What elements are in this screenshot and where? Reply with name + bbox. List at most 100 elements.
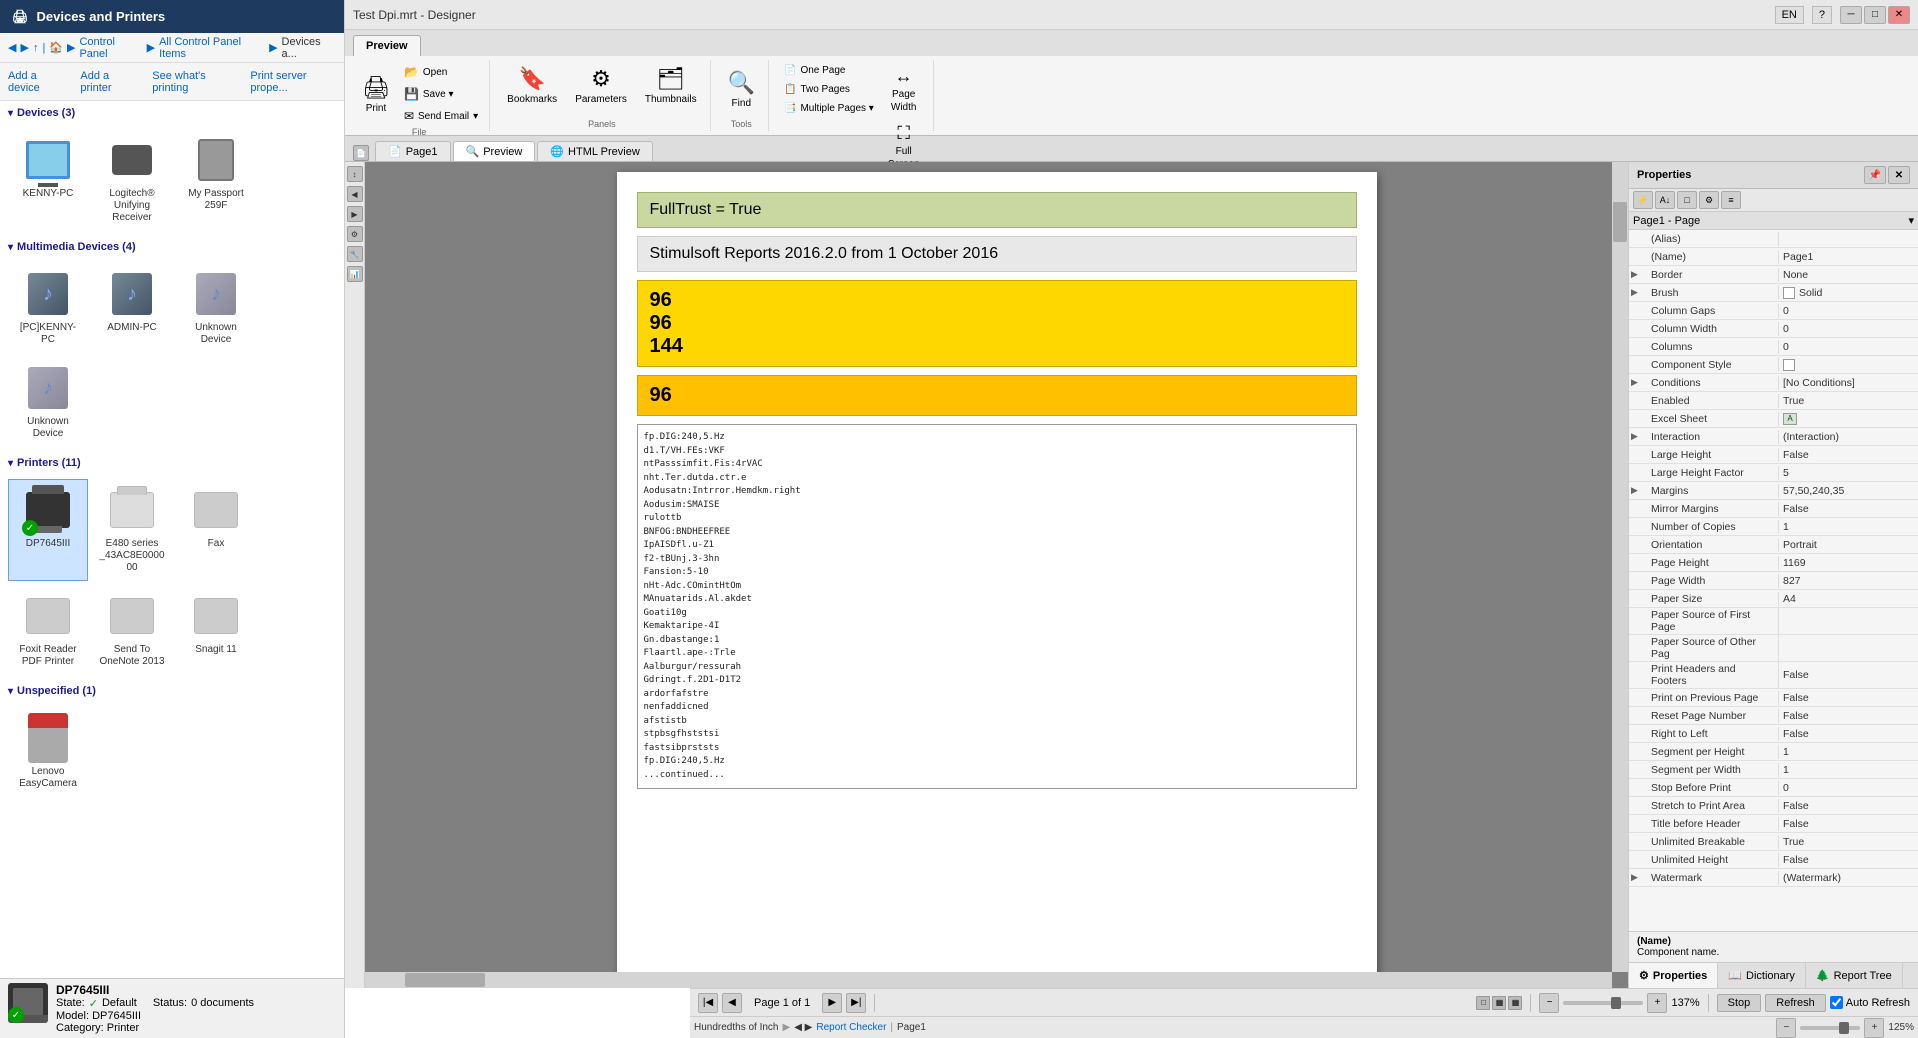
print-server-link[interactable]: Print server prope... — [250, 70, 336, 94]
prop-val-mirror[interactable]: False — [1779, 502, 1918, 516]
status-zoom-in[interactable]: + — [1864, 1018, 1884, 1038]
prop-val-stretch[interactable]: False — [1779, 799, 1918, 813]
zoom-in-button[interactable]: + — [1647, 993, 1667, 1013]
printer-item-onenote[interactable]: Send To OneNote 2013 — [92, 585, 172, 675]
one-page-button[interactable]: 📄 One Page — [779, 62, 879, 79]
printer-item-foxit[interactable]: Foxit Reader PDF Printer — [8, 585, 88, 675]
status-zoom-slider[interactable] — [1800, 1026, 1860, 1030]
help-button[interactable]: ? — [1812, 6, 1832, 24]
first-page-button[interactable]: |◀ — [698, 993, 718, 1013]
device-item-kenny-pc[interactable]: KENNY-PC — [8, 129, 88, 231]
send-email-button[interactable]: ✉ Send Email ▾ — [399, 106, 483, 126]
parameters-button[interactable]: ⚙ Parameters — [568, 62, 634, 117]
prop-val-paper-first[interactable] — [1779, 620, 1918, 622]
device-item-camera[interactable]: Lenovo EasyCamera — [8, 707, 88, 797]
props-close-button[interactable]: ✕ — [1888, 166, 1910, 184]
prop-val-page-height[interactable]: 1169 — [1779, 556, 1918, 570]
prev-page-button[interactable]: ◀ — [722, 993, 742, 1013]
prop-val-margins[interactable]: 57,50,240,35 — [1779, 484, 1918, 498]
see-printing-link[interactable]: See what's printing — [152, 70, 234, 94]
breadcrumb-control-panel[interactable]: Control Panel — [79, 36, 142, 60]
prop-val-stop-before[interactable]: 0 — [1779, 781, 1918, 795]
prop-val-copies[interactable]: 1 — [1779, 520, 1918, 534]
device-item-logitech[interactable]: Logitech® Unifying Receiver — [92, 129, 172, 231]
device-item-pc-kenny[interactable]: ♪ [PC]KENNY-PC — [8, 263, 88, 353]
nav-back[interactable]: ◀ — [8, 41, 16, 54]
breadcrumb-home[interactable]: 🏠 — [49, 41, 63, 54]
view-mode-2[interactable]: ▦ — [1492, 996, 1506, 1010]
prop-val-comp-style[interactable] — [1779, 358, 1918, 372]
zoom-out-button[interactable]: − — [1539, 993, 1559, 1013]
horizontal-scrollbar[interactable] — [365, 972, 1612, 988]
prop-val-unlimited-break[interactable]: True — [1779, 835, 1918, 849]
printers-section-header[interactable]: Printers (11) — [0, 451, 344, 475]
canvas-area[interactable]: FullTrust = True Stimulsoft Reports 2016… — [365, 162, 1628, 988]
status-zoom-thumb[interactable] — [1839, 1022, 1849, 1034]
tab-page1[interactable]: 📄 Page1 — [375, 141, 451, 161]
prop-val-rtl[interactable]: False — [1779, 727, 1918, 741]
print-button[interactable]: 🖨 Print — [355, 71, 397, 118]
prop-btn-5[interactable]: ≡ — [1721, 191, 1741, 209]
prop-val-excel[interactable]: A — [1779, 412, 1918, 426]
prop-val-name[interactable]: Page1 — [1779, 250, 1918, 264]
sidebar-btn-5[interactable]: 🔧 — [347, 246, 363, 262]
prop-val-large-factor[interactable]: 5 — [1779, 466, 1918, 480]
tab-html-preview[interactable]: 🌐 HTML Preview — [537, 141, 652, 161]
prop-val-columns[interactable]: 0 — [1779, 340, 1918, 354]
prop-tab-properties[interactable]: ⚙ Properties — [1629, 963, 1718, 988]
printer-item-fax[interactable]: Fax — [176, 479, 256, 581]
prop-val-enabled[interactable]: True — [1779, 394, 1918, 408]
prop-btn-2[interactable]: A↓ — [1655, 191, 1675, 209]
printer-item-dp7645[interactable]: ✓ DP7645III — [8, 479, 88, 581]
sidebar-btn-3[interactable]: ▶ — [347, 206, 363, 222]
sidebar-btn-1[interactable]: ↕ — [347, 166, 363, 182]
view-mode-3[interactable]: ▦ — [1508, 996, 1522, 1010]
view-mode-1[interactable]: □ — [1476, 996, 1490, 1010]
printer-item-e480[interactable]: E480 series _43AC8E000000 — [92, 479, 172, 581]
prop-val-conditions[interactable]: [No Conditions] — [1779, 376, 1918, 390]
sidebar-btn-4[interactable]: ⚙ — [347, 226, 363, 242]
prop-val-seg-height[interactable]: 1 — [1779, 745, 1918, 759]
prop-val-alias[interactable] — [1779, 238, 1918, 240]
zoom-thumb[interactable] — [1611, 997, 1621, 1009]
find-button[interactable]: 🔍 Find — [721, 66, 762, 113]
prop-val-page-width[interactable]: 827 — [1779, 574, 1918, 588]
multimedia-section-header[interactable]: Multimedia Devices (4) — [0, 235, 344, 259]
tab-preview[interactable]: 🔍 Preview — [453, 141, 536, 161]
device-item-passport[interactable]: My Passport 259F — [176, 129, 256, 231]
save-button[interactable]: 💾 Save ▾ — [399, 84, 483, 104]
sidebar-btn-2[interactable]: ◀ — [347, 186, 363, 202]
tab-nav-icon[interactable]: 📄 — [353, 145, 369, 161]
prop-val-title-header[interactable]: False — [1779, 817, 1918, 831]
minimize-button[interactable]: ─ — [1840, 6, 1862, 24]
prop-val-seg-width[interactable]: 1 — [1779, 763, 1918, 777]
nav-forward[interactable]: ▶ — [20, 41, 28, 54]
prop-val-paper-size[interactable]: A4 — [1779, 592, 1918, 606]
prop-val-reset-page[interactable]: False — [1779, 709, 1918, 723]
breadcrumb-all-items[interactable]: All Control Panel Items — [159, 36, 265, 60]
add-device-link[interactable]: Add a device — [8, 70, 64, 94]
multiple-pages-button[interactable]: 📑 Multiple Pages ▾ — [779, 100, 879, 117]
add-printer-link[interactable]: Add a printer — [80, 70, 136, 94]
open-button[interactable]: 📂 Open — [399, 62, 483, 82]
prop-tab-dictionary[interactable]: 📖 Dictionary — [1718, 963, 1806, 988]
scrollbar-thumb-h[interactable] — [405, 973, 485, 987]
ribbon-tab-preview[interactable]: Preview — [353, 35, 421, 56]
stop-button[interactable]: Stop — [1717, 994, 1762, 1012]
prop-val-large-height[interactable]: False — [1779, 448, 1918, 462]
scrollbar-thumb-v[interactable] — [1613, 202, 1627, 242]
lang-button[interactable]: EN — [1775, 6, 1804, 24]
device-item-unknown-1[interactable]: ♪ Unknown Device — [176, 263, 256, 353]
nav-up[interactable]: ↑ — [33, 42, 39, 54]
thumbnails-button[interactable]: 🗂 Thumbnails — [638, 62, 704, 117]
close-button[interactable]: ✕ — [1888, 6, 1910, 24]
prop-btn-4[interactable]: ⚙ — [1699, 191, 1719, 209]
prop-val-border[interactable]: None — [1779, 268, 1918, 282]
bookmarks-button[interactable]: 🔖 Bookmarks — [500, 62, 564, 117]
refresh-button[interactable]: Refresh — [1765, 994, 1826, 1012]
devices-section-header[interactable]: Devices (3) — [0, 101, 344, 125]
prop-val-col-gaps[interactable]: 0 — [1779, 304, 1918, 318]
prop-val-print-prev[interactable]: False — [1779, 691, 1918, 705]
prop-val-col-width[interactable]: 0 — [1779, 322, 1918, 336]
prop-val-watermark[interactable]: (Watermark) — [1779, 871, 1918, 885]
